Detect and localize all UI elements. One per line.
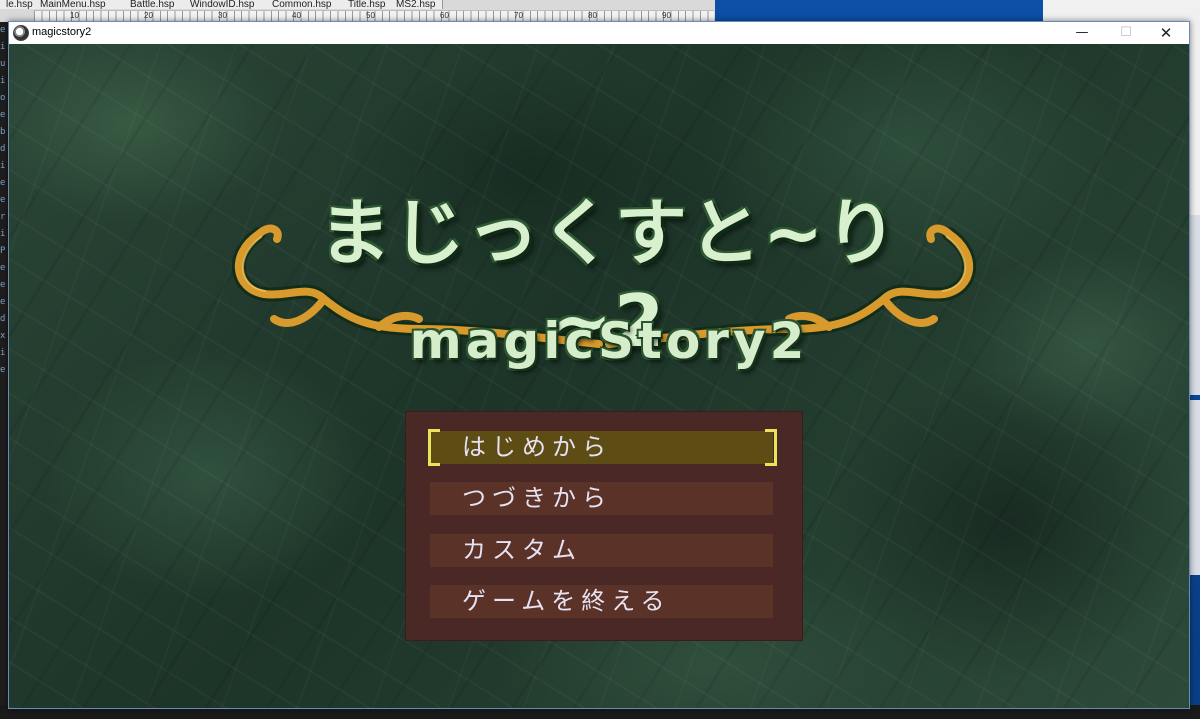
ruler-mark: 50 — [366, 11, 375, 20]
editor-tab[interactable]: WindowID.hsp — [184, 0, 267, 9]
menu-item-new-game[interactable]: はじめから — [430, 431, 773, 464]
editor-tab[interactable]: Battle.hsp — [124, 0, 185, 9]
window-title: magicstory2 — [32, 26, 92, 38]
cursor-corner-icon — [765, 454, 777, 466]
ruler-mark: 90 — [662, 11, 671, 20]
cursor-corner-icon — [428, 429, 440, 441]
ruler-mark: 70 — [514, 11, 523, 20]
menu-item-custom[interactable]: カスタム — [430, 534, 773, 567]
close-button[interactable]: ✕ — [1144, 22, 1188, 44]
editor-tab[interactable]: Common.hsp — [266, 0, 343, 9]
editor-tab[interactable]: Title.hsp — [342, 0, 391, 9]
ruler-mark: 80 — [588, 11, 597, 20]
ruler-mark: 30 — [218, 11, 227, 20]
logo-english-title: magicStory2 — [409, 312, 809, 370]
maximize-button[interactable]: ☐ — [1104, 22, 1148, 44]
window-titlebar[interactable]: magicstory2 — ☐ ✕ — [9, 22, 1189, 44]
editor-tab[interactable]: le.hsp — [0, 0, 35, 9]
title-menu: はじめから つづきから カスタム ゲームを終える — [405, 411, 803, 641]
ruler-mark: 20 — [144, 11, 153, 20]
menu-item-quit-game[interactable]: ゲームを終える — [430, 585, 773, 618]
game-canvas[interactable]: まじっくすと~り~2 magicStory2 はじめから つづきから カスタム … — [9, 44, 1189, 708]
editor-tab[interactable]: MainMenu.hsp — [34, 0, 125, 9]
cursor-corner-icon — [765, 429, 777, 441]
ruler-mark: 40 — [292, 11, 301, 20]
cursor-corner-icon — [428, 454, 440, 466]
ruler-mark: 60 — [440, 11, 449, 20]
editor-tab[interactable]: MS2.hsp — [390, 0, 443, 9]
ruler-mark: 10 — [70, 11, 79, 20]
minimize-button[interactable]: — — [1060, 22, 1104, 44]
menu-item-continue[interactable]: つづきから — [430, 482, 773, 515]
background-editor-tabs: le.hsp MainMenu.hsp Battle.hsp WindowID.… — [0, 0, 715, 23]
app-icon — [13, 25, 29, 41]
game-window: magicstory2 — ☐ ✕ まじっくすと~り~2 magicStory2… — [8, 21, 1190, 709]
